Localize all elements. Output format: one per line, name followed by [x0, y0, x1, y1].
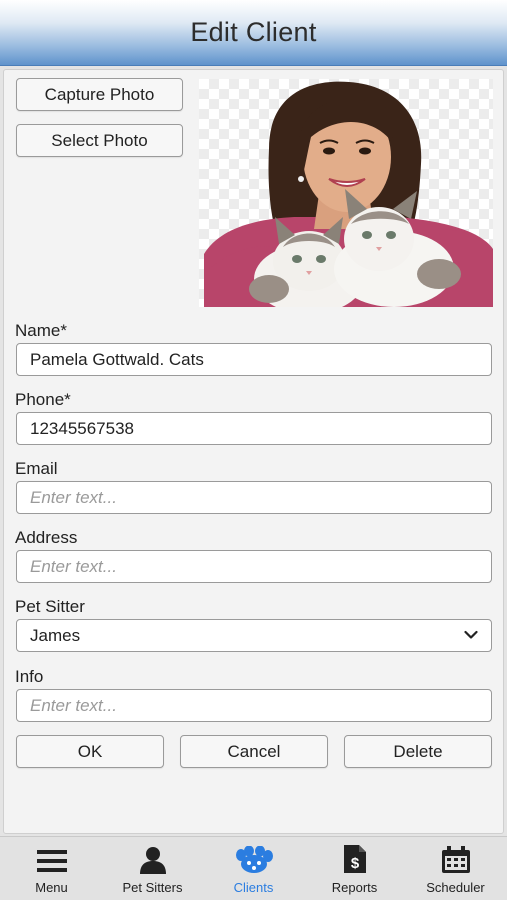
tab-menu[interactable]: Menu — [1, 837, 102, 900]
info-input[interactable]: Enter text... — [16, 689, 492, 722]
email-input[interactable]: Enter text... — [16, 481, 492, 514]
tab-pet-sitters[interactable]: Pet Sitters — [102, 837, 203, 900]
tab-clients-label: Clients — [233, 880, 274, 895]
client-photo-image — [204, 81, 493, 307]
address-label: Address — [15, 528, 78, 547]
tab-clients[interactable]: Clients — [203, 837, 304, 900]
ok-button[interactable]: OK — [16, 735, 164, 768]
tab-reports[interactable]: $ Reports — [304, 837, 405, 900]
tab-pet-sitters-label: Pet Sitters — [122, 880, 183, 895]
pet-sitter-label: Pet Sitter — [15, 597, 85, 616]
report-dollar-icon: $ — [343, 845, 366, 873]
delete-button[interactable]: Delete — [344, 735, 492, 768]
select-photo-button[interactable]: Select Photo — [16, 124, 183, 157]
pet-sitter-select[interactable]: James — [16, 619, 492, 652]
paw-icon — [235, 846, 273, 873]
name-input[interactable]: Pamela Gottwald. Cats — [16, 343, 492, 376]
page-title: Edit Client — [190, 17, 317, 47]
header-bar: Edit Client — [0, 0, 507, 66]
menu-icon — [36, 850, 67, 872]
tab-scheduler[interactable]: Scheduler — [405, 837, 506, 900]
client-photo — [199, 79, 493, 307]
name-label: Name* — [15, 321, 67, 340]
pet-sitter-selected-value: James — [30, 625, 81, 645]
svg-text:$: $ — [350, 855, 359, 872]
info-label: Info — [15, 667, 44, 686]
address-input[interactable]: Enter text... — [16, 550, 492, 583]
tab-scheduler-label: Scheduler — [426, 880, 485, 895]
cancel-button[interactable]: Cancel — [180, 735, 328, 768]
email-label: Email — [15, 459, 58, 478]
tab-reports-label: Reports — [331, 880, 378, 895]
phone-input[interactable]: 12345567538 — [16, 412, 492, 445]
bottom-tab-bar: Menu Pet Sitters Clients $ Reports Sched… — [0, 836, 507, 900]
person-icon — [139, 847, 166, 874]
calendar-icon — [441, 846, 470, 873]
tab-menu-label: Menu — [35, 880, 68, 895]
chevron-down-icon — [464, 630, 478, 639]
capture-photo-button[interactable]: Capture Photo — [16, 78, 183, 111]
phone-label: Phone* — [15, 390, 71, 409]
